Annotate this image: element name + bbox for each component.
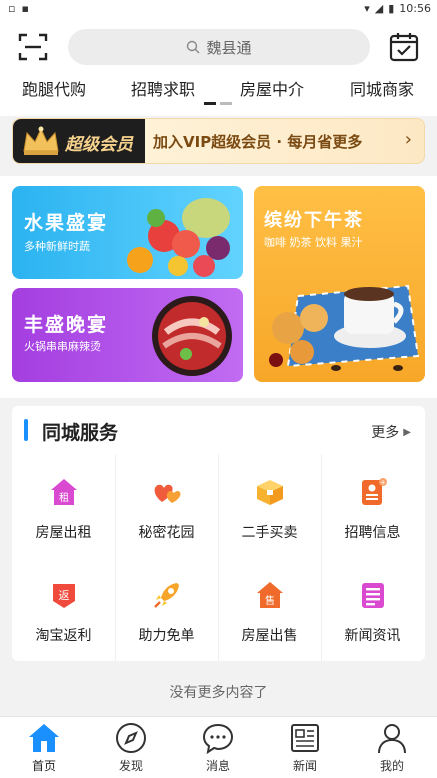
coffee-illustration: [269, 284, 420, 371]
status-bar: ▫ ▪ ▾ ◢ ▮ 10:56: [0, 0, 437, 18]
promo-section: 水果盛宴 多种新鲜时蔬 丰盛晚宴 火锅串串麻辣烫 缤纷下午茶 咖啡 奶茶 饮料 …: [0, 176, 437, 398]
promo-tea-subtitle: 咖啡 奶茶 饮料 果汁: [264, 236, 363, 249]
service-label: 房屋出租: [35, 525, 92, 541]
service-label: 招聘信息: [344, 525, 401, 541]
promo-feast-subtitle: 火锅串串麻辣烫: [24, 340, 101, 353]
service-label: 新闻资讯: [344, 628, 401, 644]
hotpot-illustration: [152, 296, 232, 376]
rebate-icon: 返: [52, 584, 75, 608]
user-icon: [378, 724, 406, 754]
services-grid: 租 房屋出租 秘密花园 二手买卖 + 招聘信息 返 淘宝返利 助力免单 售 房屋…: [12, 454, 425, 661]
nav-discover[interactable]: 发现: [101, 721, 161, 774]
vip-title: 超级会员: [65, 135, 133, 155]
tab-realestate[interactable]: 房屋中介: [240, 76, 304, 100]
svg-text:售: 售: [265, 594, 275, 607]
nav-label: 我的: [379, 759, 404, 773]
tab-merchants[interactable]: 同城商家: [350, 76, 414, 100]
service-label: 秘密花园: [138, 525, 195, 541]
crown-icon: [23, 126, 59, 155]
wifi-icon: ▾: [364, 2, 370, 15]
house-sale-icon: 售: [256, 582, 283, 608]
nav-label: 首页: [31, 759, 56, 773]
app-screen: ▫ ▪ ▾ ◢ ▮ 10:56 魏县通 跑腿代购 招聘求职 房屋中介 同城商家 …: [0, 0, 437, 778]
search-placeholder: 魏县通: [206, 38, 252, 57]
promo-fruit-title: 水果盛宴: [24, 212, 109, 234]
tab-errands[interactable]: 跑腿代购: [22, 76, 86, 100]
divider: [321, 454, 322, 661]
promo-feast-title: 丰盛晚宴: [24, 314, 109, 336]
nav-profile[interactable]: 我的: [362, 721, 422, 774]
service-news[interactable]: 新闻资讯: [321, 557, 424, 660]
app-notification-icon: ▪: [21, 2, 29, 15]
service-label: 二手买卖: [241, 525, 298, 541]
search-input[interactable]: 魏县通: [68, 29, 370, 65]
service-house-sale[interactable]: 售 房屋出售: [218, 557, 321, 660]
nav-messages[interactable]: 消息: [188, 721, 248, 774]
service-jobs[interactable]: + 招聘信息: [321, 454, 424, 557]
notification-icon: ▫: [8, 2, 16, 15]
nav-label: 消息: [205, 759, 230, 773]
scan-button[interactable]: [18, 32, 48, 62]
bottom-nav: 首页 发现 消息 新闻 我的: [0, 716, 437, 778]
vip-banner[interactable]: 超级会员 加入VIP超级会员 · 每月省更多 ›: [12, 118, 425, 164]
service-label: 房屋出售: [241, 628, 298, 644]
scan-icon: [18, 33, 48, 61]
top-bar: 魏县通: [0, 18, 437, 78]
service-house-rent[interactable]: 租 房屋出租: [12, 454, 115, 557]
service-label: 淘宝返利: [35, 628, 92, 644]
service-free-order[interactable]: 助力免单: [115, 557, 218, 660]
battery-icon: ▮: [388, 2, 395, 15]
compass-icon: [116, 723, 146, 753]
service-taobao-rebate[interactable]: 返 淘宝返利: [12, 557, 115, 660]
calendar-check-icon: [389, 33, 419, 62]
signal-icon: ◢: [374, 2, 384, 15]
vip-badge: 超级会员: [13, 119, 145, 163]
service-secret-garden[interactable]: 秘密花园: [115, 454, 218, 557]
fruit-illustration: [127, 198, 230, 277]
divider: [115, 454, 116, 661]
box-icon: [256, 480, 283, 505]
section-title: 同城服务: [42, 422, 119, 444]
nav-home[interactable]: 首页: [14, 721, 74, 774]
nav-news[interactable]: 新闻: [275, 721, 335, 774]
triangle-right-icon: ▶: [403, 426, 411, 438]
svg-text:租: 租: [59, 491, 69, 504]
section-accent-bar: [24, 419, 28, 441]
more-button[interactable]: 更多 ▶: [371, 422, 411, 442]
nav-label: 新闻: [292, 759, 317, 773]
svg-text:+: +: [380, 479, 386, 487]
svg-text:返: 返: [58, 589, 69, 602]
service-second-hand[interactable]: 二手买卖: [218, 454, 321, 557]
promo-tea-card[interactable]: 缤纷下午茶 咖啡 奶茶 饮料 果汁: [254, 186, 425, 382]
checkin-button[interactable]: [389, 31, 419, 63]
promo-fruit-card[interactable]: 水果盛宴 多种新鲜时蔬: [12, 186, 243, 279]
vip-text: 加入VIP超级会员 · 每月省更多: [153, 133, 363, 151]
chevron-right-icon: ›: [404, 129, 412, 150]
promo-tea-title: 缤纷下午茶: [264, 210, 364, 231]
status-time: 10:56: [399, 2, 431, 15]
end-of-list-note: 没有更多内容了: [169, 685, 268, 701]
promo-feast-card[interactable]: 丰盛晚宴 火锅串串麻辣烫: [12, 288, 243, 382]
search-icon: [187, 40, 200, 54]
nav-label: 发现: [118, 759, 143, 773]
page-indicator: [220, 102, 232, 105]
service-label: 助力免单: [138, 628, 195, 644]
message-icon: [202, 723, 234, 755]
divider: [218, 454, 219, 661]
resume-icon: +: [361, 478, 387, 505]
category-tabs: 跑腿代购 招聘求职 房屋中介 同城商家: [0, 72, 437, 116]
page-indicator-active: [204, 102, 216, 105]
rocket-icon: [153, 583, 179, 608]
house-rent-icon: 租: [50, 479, 77, 505]
section-header: 同城服务 更多 ▶: [12, 406, 425, 454]
home-icon: [29, 724, 59, 752]
more-label: 更多: [371, 425, 400, 441]
promo-fruit-subtitle: 多种新鲜时蔬: [24, 240, 90, 253]
tab-jobs[interactable]: 招聘求职: [131, 76, 195, 100]
news-icon: [361, 583, 384, 608]
city-services-section: 同城服务 更多 ▶ 租 房屋出租 秘密花园 二手买卖 + 招聘信息 返 淘宝返利…: [12, 406, 425, 661]
newspaper-icon: [291, 724, 319, 752]
hearts-icon: [154, 484, 180, 503]
